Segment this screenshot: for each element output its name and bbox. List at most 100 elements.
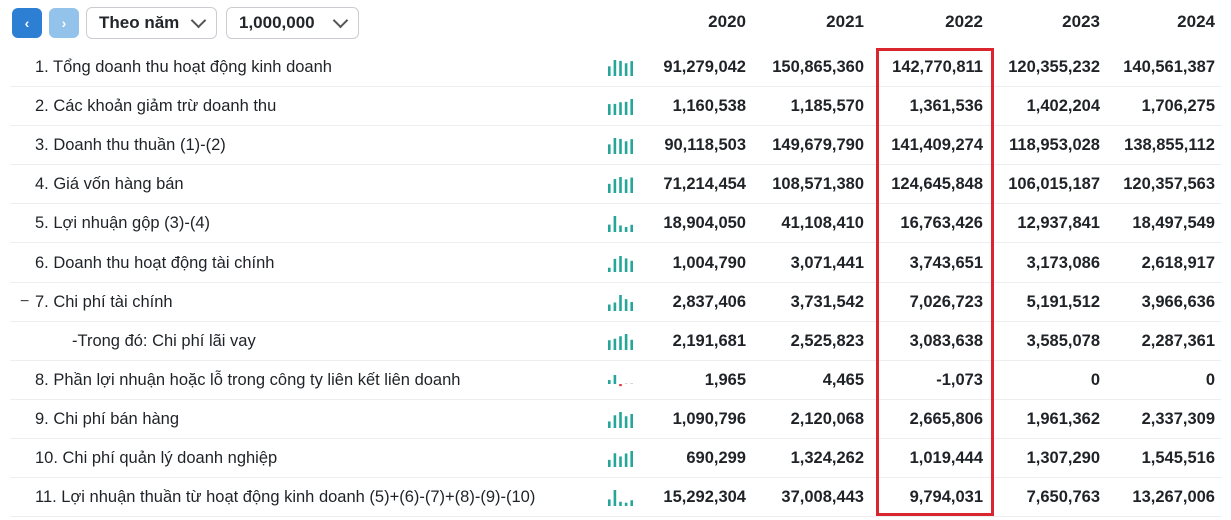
sparkline-bar (630, 260, 633, 272)
sparkline-bar (630, 451, 633, 467)
sparkline-bar (608, 184, 611, 194)
value-cell-2023: 0 (1090, 370, 1100, 389)
table-row[interactable]: −7. Chi phí tài chính 2,837,406 3,731,542 7… (0, 283, 1231, 322)
chevron-down-icon (332, 12, 349, 29)
value-cell-2023: 12,937,841 (1017, 214, 1100, 233)
chevron-right-icon[interactable]: › (49, 8, 79, 38)
value-cell-2024: 18,497,549 (1132, 214, 1215, 233)
sparkline-bar (624, 141, 628, 155)
sparkline-chart-icon[interactable] (607, 215, 635, 233)
row-divider (10, 516, 1221, 518)
value-cell-2022: 16,763,426 (900, 214, 983, 233)
table-row[interactable]: 6. Doanh thu hoạt động tài chính 1,004,79… (0, 244, 1231, 283)
chevron-left-icon[interactable]: ‹ (12, 8, 42, 38)
value-cell-2023: 3,585,078 (1026, 331, 1100, 350)
sparkline-chart-icon[interactable] (607, 137, 635, 155)
value-cell-2024: 2,618,917 (1141, 253, 1215, 272)
table-row[interactable]: 11. Lợi nhuận thuần từ hoạt động kinh do… (0, 478, 1231, 518)
value-cell-2020: 2,837,406 (672, 292, 746, 311)
sparkline-chart-icon[interactable] (607, 489, 635, 507)
sparkline-bar (624, 227, 628, 233)
sparkline-chart-icon[interactable] (607, 411, 635, 429)
table-row[interactable]: 8. Phần lợi nhuận hoặc lỗ trong công ty … (0, 361, 1231, 400)
sparkline-bar (608, 499, 611, 507)
sparkline-chart-icon[interactable] (607, 255, 635, 273)
table-row[interactable]: 3. Doanh thu thuần (1)-(2) 90,118,503 149,… (0, 126, 1231, 166)
period-select[interactable]: Theo năm (86, 7, 217, 39)
row-label: 11. Lợi nhuận thuần từ hoạt động kinh do… (35, 488, 536, 507)
value-cell-2024: 2,287,361 (1141, 331, 1215, 350)
sparkline-bar (619, 139, 622, 155)
value-cell-2022: 141,409,274 (891, 136, 983, 155)
value-cell-2022: 1,361,536 (909, 97, 983, 116)
sparkline-bar (608, 66, 611, 76)
sparkline-chart-icon[interactable] (607, 450, 635, 468)
sparkline-bar (619, 255, 622, 272)
table-row[interactable]: 4. Giá vốn hàng bán 71,214,454 108,571,380… (0, 165, 1231, 205)
value-cell-2022: 3,743,651 (909, 253, 983, 272)
row-label: 10. Chi phí quản lý doanh nghiệp (35, 449, 278, 467)
value-cell-2022: -1,073 (936, 370, 983, 389)
unit-select-value: 1,000,000 (239, 13, 315, 32)
year-header: 2021 (826, 12, 864, 31)
sparkline-chart-icon[interactable] (607, 98, 635, 116)
table-row[interactable]: 10. Chi phí quản lý doanh nghiệp 690,299 1… (0, 439, 1231, 478)
value-cell-2021: 2,525,823 (790, 331, 864, 350)
value-cell-2024: 3,966,636 (1141, 292, 1215, 311)
table-row[interactable]: 5. Lợi nhuận gộp (3)-(4) 18,904,050 41,108… (0, 204, 1231, 244)
sparkline-bar (624, 382, 628, 384)
sparkline-bar (624, 63, 628, 76)
table-row[interactable]: 9. Chi phí bán hàng 1,090,796 2,120,068 2,6… (0, 400, 1231, 439)
sparkline-bar (608, 421, 611, 428)
value-cell-2020: 1,160,538 (672, 97, 746, 116)
sparkline-chart-icon[interactable] (607, 294, 635, 312)
sparkline-chart-icon[interactable] (607, 176, 635, 194)
value-cell-2020: 1,965 (704, 370, 746, 389)
value-cell-2024: 1,706,275 (1141, 97, 1215, 116)
value-cell-2020: 690,299 (686, 449, 746, 467)
sparkline-chart-icon[interactable] (607, 59, 635, 77)
sparkline-bar (613, 302, 617, 311)
row-label: -Trong đó: Chi phí lãi vay (72, 331, 256, 350)
unit-select[interactable]: 1,000,000 (226, 7, 359, 39)
table-row[interactable]: 2. Các khoản giảm trừ doanh thu 1,160,538… (0, 87, 1231, 127)
sparkline-chart-icon[interactable] (607, 372, 635, 390)
sparkline-bar (613, 60, 617, 76)
value-cell-2024: 13,267,006 (1132, 488, 1215, 507)
sparkline-bar (619, 102, 622, 116)
value-cell-2023: 1,961,362 (1026, 409, 1100, 428)
collapse-icon[interactable]: − (20, 283, 29, 322)
sparkline-bar (608, 339, 611, 350)
sparkline-bar (630, 413, 633, 428)
sparkline-bar (624, 416, 628, 428)
sparkline-bar (630, 99, 633, 116)
row-label: 9. Chi phí bán hàng (35, 409, 180, 428)
sparkline-chart-icon[interactable] (607, 333, 635, 351)
row-label: 8. Phần lợi nhuận hoặc lỗ trong công ty … (35, 370, 461, 389)
sparkline-bar (613, 216, 617, 233)
value-cell-2022: 3,083,638 (909, 331, 983, 350)
value-cell-2021: 37,008,443 (781, 488, 864, 507)
sparkline-bar (619, 411, 622, 428)
value-cell-2022: 2,665,806 (909, 409, 983, 428)
value-cell-2022: 1,019,444 (909, 449, 983, 467)
value-cell-2021: 1,324,262 (790, 449, 864, 467)
table-row[interactable]: 1. Tổng doanh thu hoạt động kinh doanh 91… (0, 48, 1231, 87)
value-cell-2023: 7,650,763 (1026, 488, 1100, 507)
value-cell-2023: 3,173,086 (1026, 253, 1100, 272)
value-cell-2022: 142,770,811 (892, 58, 983, 76)
table-row[interactable]: -Trong đó: Chi phí lãi vay 2,191,681 2,525… (0, 322, 1231, 361)
sparkline-bar (608, 225, 611, 233)
value-cell-2021: 150,865,360 (772, 58, 864, 76)
value-cell-2021: 1,185,570 (790, 97, 864, 116)
value-cell-2022: 9,794,031 (909, 488, 983, 507)
sparkline-bar (608, 379, 611, 384)
value-cell-2020: 2,191,681 (672, 331, 746, 350)
sparkline-bar (624, 298, 628, 311)
sparkline-bar (613, 490, 617, 507)
sparkline-bar (624, 502, 628, 507)
sparkline-bar (619, 383, 622, 386)
value-cell-2024: 2,337,309 (1141, 409, 1215, 428)
value-cell-2021: 3,731,542 (790, 292, 864, 311)
row-label: 3. Doanh thu thuần (1)-(2) (35, 136, 226, 155)
